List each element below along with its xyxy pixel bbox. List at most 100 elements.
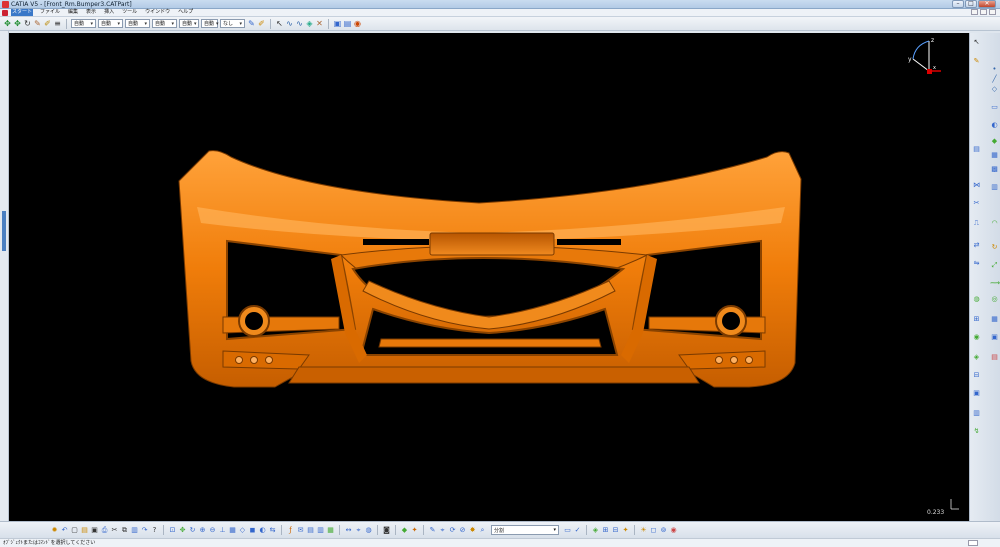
datum-icon[interactable]: ⊟	[972, 371, 981, 380]
scan-icon[interactable]: ✸	[468, 526, 477, 535]
command-input-field[interactable]	[968, 540, 978, 546]
close-button[interactable]: ✕	[978, 0, 996, 8]
reverse-icon[interactable]: ▤	[990, 353, 999, 362]
sweep-icon[interactable]: ◆	[990, 137, 999, 146]
maximize-button[interactable]: □	[965, 0, 977, 8]
new-file-icon[interactable]: ▢	[70, 526, 79, 535]
command-search-combo[interactable]: 分割 ▾	[491, 525, 559, 535]
mapping-icon[interactable]: ▣	[990, 333, 999, 342]
pan-view-icon[interactable]: ✥	[178, 526, 187, 535]
open-folder-icon[interactable]: ▤	[80, 526, 89, 535]
rotate-view-icon[interactable]: ↻	[188, 526, 197, 535]
environment-icon[interactable]: ◻	[649, 526, 658, 535]
rotate-tool-icon[interactable]: ↻	[990, 243, 999, 252]
sketch-tool-icon[interactable]: ✎	[428, 526, 437, 535]
shading-icon[interactable]: ◼	[248, 526, 257, 535]
point-icon[interactable]: •	[990, 65, 999, 74]
sun-icon[interactable]: ✹	[50, 526, 59, 535]
save-icon[interactable]: ▣	[90, 526, 99, 535]
measure-edge-icon[interactable]: ▭	[563, 526, 572, 535]
menu-file[interactable]: ファイル	[39, 9, 61, 16]
design-table-icon[interactable]: ▦	[326, 526, 335, 535]
format-painter-icon[interactable]: ✐	[257, 19, 266, 28]
fillet-icon[interactable]: ◠	[990, 219, 999, 228]
rotate-icon[interactable]: ↻	[23, 19, 32, 28]
line-thickness-icon[interactable]: ≡	[53, 19, 62, 28]
translate-icon[interactable]: ⇄	[972, 241, 981, 250]
paste-icon[interactable]: ▥	[130, 526, 139, 535]
knowledge-icon[interactable]: ↯	[972, 427, 981, 436]
swap-space-icon[interactable]: ⇆	[268, 526, 277, 535]
cut-icon[interactable]: ✂	[110, 526, 119, 535]
inertia-icon[interactable]: ◍	[364, 526, 373, 535]
pan-icon[interactable]: ✥	[3, 19, 12, 28]
zoom-in-icon[interactable]: ⊕	[198, 526, 207, 535]
law-icon[interactable]: ◈	[972, 353, 981, 362]
rendering-style-combo[interactable]: なし ▾	[220, 19, 245, 28]
surface-analysis-icon[interactable]: ◉	[972, 333, 981, 342]
split-icon[interactable]: ▥	[990, 183, 999, 192]
hide-show-icon[interactable]: ◐	[258, 526, 267, 535]
measure-item-icon[interactable]: ⌖	[354, 526, 363, 535]
knowledge-advisor-icon[interactable]: ◈	[591, 526, 600, 535]
line-weight-combo[interactable]: 自動 ▾	[125, 19, 150, 28]
transparency-combo[interactable]: 自動 ▾	[98, 19, 123, 28]
color-combo[interactable]: 自動 ▾	[71, 19, 96, 28]
line-icon[interactable]: ╱	[990, 75, 999, 84]
trim-icon[interactable]: ✂	[972, 199, 981, 208]
shooting-icon[interactable]: ◉	[669, 526, 678, 535]
splitter-handle[interactable]	[2, 211, 6, 251]
plane-icon[interactable]: ◇	[990, 85, 999, 94]
reaction-icon[interactable]: ✦	[621, 526, 630, 535]
camera-icon[interactable]: ◙	[382, 526, 391, 535]
pencil-icon[interactable]: ✎	[33, 19, 42, 28]
offset-icon[interactable]: ▤	[972, 145, 981, 154]
normal-view-icon[interactable]: ⊥	[218, 526, 227, 535]
bumper-model[interactable]	[9, 33, 969, 521]
copy-icon[interactable]: ⧉	[120, 526, 129, 535]
zoom-out-icon[interactable]: ⊖	[208, 526, 217, 535]
stop-update-icon[interactable]: ⊘	[458, 526, 467, 535]
grid-icon[interactable]: ▦	[990, 315, 999, 324]
print-icon[interactable]: ⎙	[100, 526, 109, 535]
render-icon[interactable]: ✦	[410, 526, 419, 535]
minimize-button[interactable]: –	[952, 0, 964, 8]
sketch-icon[interactable]: ✎	[972, 57, 981, 66]
layer-combo[interactable]: 自動 ▾	[201, 19, 219, 28]
document-icon[interactable]	[2, 9, 8, 16]
left-dock-edge[interactable]	[0, 31, 9, 521]
light-icon[interactable]: ☀	[639, 526, 648, 535]
curvature-analysis-icon[interactable]: ◎	[990, 295, 999, 304]
iso-view-icon[interactable]: ◇	[238, 526, 247, 535]
catalog-icon[interactable]: ▥	[316, 526, 325, 535]
check-icon[interactable]: ✓	[573, 526, 582, 535]
multi-view-icon[interactable]: ▦	[228, 526, 237, 535]
fit-all-icon[interactable]: ◉	[353, 19, 362, 28]
doc-restore-button[interactable]	[980, 9, 987, 15]
reference-icon[interactable]: ⌖	[438, 526, 447, 535]
menu-edit[interactable]: 編集	[67, 9, 79, 16]
instantiate-icon[interactable]: ▥	[972, 409, 981, 418]
select-arrow-icon[interactable]: ↖	[972, 38, 981, 47]
extrapolate-icon[interactable]: ⟿	[990, 279, 1000, 288]
redo-icon[interactable]: ↷	[140, 526, 149, 535]
table-icon[interactable]: ▤	[306, 526, 315, 535]
surface-icon[interactable]: ◈	[305, 19, 314, 28]
comment-icon[interactable]: ✉	[296, 526, 305, 535]
menu-window[interactable]: ウインドウ	[144, 9, 171, 16]
symmetry-icon[interactable]: ⇋	[972, 259, 981, 268]
menu-tools[interactable]: ツール	[121, 9, 138, 16]
blend-icon[interactable]: ▩	[990, 165, 999, 174]
undo-icon[interactable]: ↶	[60, 526, 69, 535]
measure-between-icon[interactable]: ↔	[344, 526, 353, 535]
parameter-icon[interactable]: ⊞	[601, 526, 610, 535]
power-copy-icon[interactable]: ▣	[972, 389, 981, 398]
measure-icon[interactable]: ▤	[343, 19, 352, 28]
doc-close-button[interactable]	[989, 9, 996, 15]
formula-icon[interactable]: ƒ	[286, 526, 295, 535]
analysis-icon[interactable]: ▣	[333, 19, 342, 28]
compass-icon[interactable]: z y x	[899, 33, 949, 83]
connect-checker-icon[interactable]: ⊞	[972, 315, 981, 324]
menu-start[interactable]: スタート	[11, 9, 34, 16]
draft-analysis-icon[interactable]: ◍	[972, 295, 981, 304]
